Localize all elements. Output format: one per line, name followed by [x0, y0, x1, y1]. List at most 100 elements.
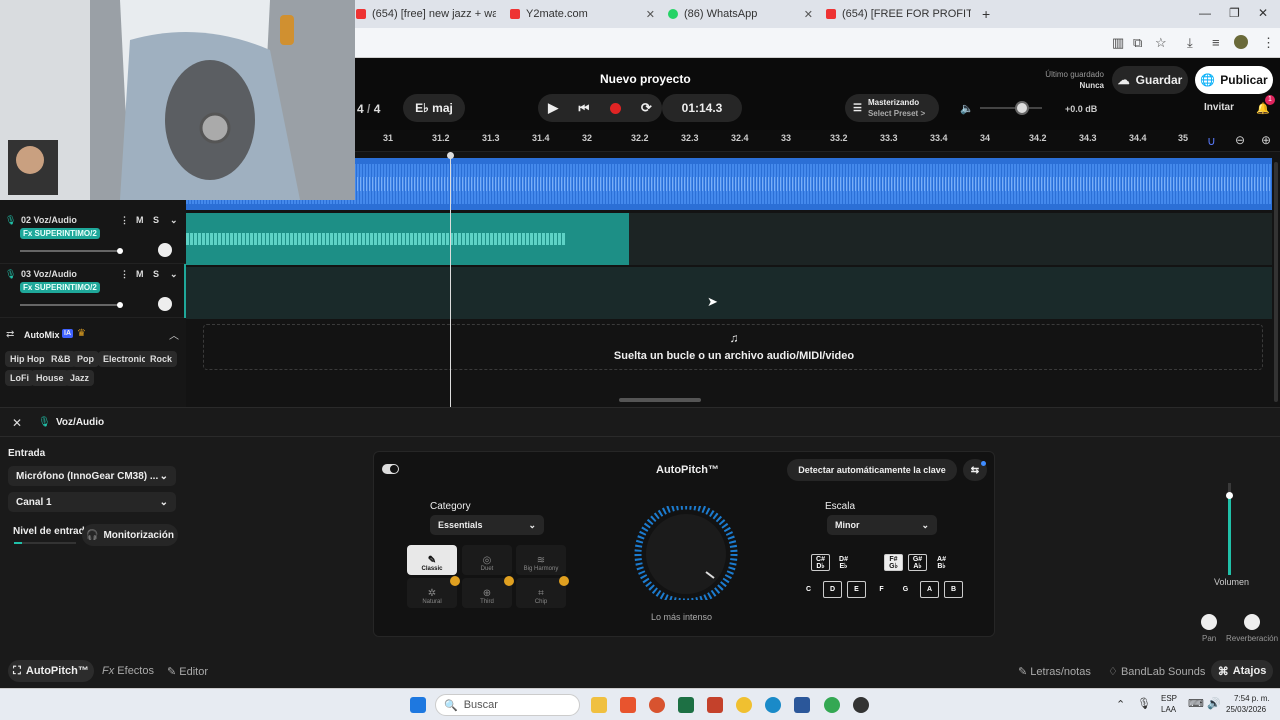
- close-window-icon[interactable]: ✕: [1258, 6, 1268, 20]
- edge-icon[interactable]: [765, 697, 781, 713]
- play-icon[interactable]: ▶: [548, 100, 558, 116]
- project-title[interactable]: Nuevo proyecto: [600, 72, 691, 86]
- pan-knob[interactable]: [1201, 614, 1217, 630]
- reading-list-icon[interactable]: ▥: [1112, 35, 1124, 51]
- key-f-sharp[interactable]: F# G♭: [884, 554, 903, 571]
- solo-button[interactable]: S: [153, 269, 159, 279]
- key-a[interactable]: A: [920, 581, 939, 598]
- pan-knob[interactable]: [158, 297, 172, 311]
- key-a-sharp[interactable]: A# B♭: [932, 554, 951, 571]
- brave-icon[interactable]: [620, 697, 636, 713]
- fx-badge[interactable]: Fx SUPERINTIMO/2: [20, 228, 100, 239]
- volume-slider[interactable]: [20, 250, 120, 252]
- excel-icon[interactable]: [678, 697, 694, 713]
- time-signature[interactable]: 4 / 4: [357, 102, 380, 116]
- volume-icon[interactable]: 🔊: [1207, 697, 1221, 710]
- key-selector[interactable]: E♭ maj: [403, 94, 465, 122]
- time-display[interactable]: 01:14.3: [662, 94, 742, 122]
- cast-icon[interactable]: ⧉: [1133, 35, 1142, 51]
- browser-tab[interactable]: (86) WhatsApp ✕: [668, 4, 813, 24]
- key-c-sharp[interactable]: C# D♭: [811, 554, 830, 571]
- zoom-in-icon[interactable]: ⊕: [1261, 133, 1271, 147]
- windows-start-icon[interactable]: [410, 697, 426, 713]
- bookmark-star-icon[interactable]: ☆: [1155, 35, 1167, 51]
- menu-dots-icon[interactable]: ⋮: [1262, 35, 1275, 51]
- input-device-select[interactable]: Micrófono (InnoGear CM38) ... ⌄: [8, 466, 176, 486]
- app-icon[interactable]: [853, 697, 869, 713]
- monitor-button[interactable]: 🎧 Monitorización: [82, 524, 178, 546]
- track-menu-icon[interactable]: ⋮: [120, 269, 129, 280]
- language-indicator[interactable]: ESP: [1161, 694, 1177, 703]
- genre-chip-lofi[interactable]: LoFi: [5, 370, 34, 386]
- mastering-button[interactable]: ☰ Masterizando Select Preset >: [845, 94, 939, 122]
- master-volume-track[interactable]: [980, 107, 1042, 109]
- close-icon[interactable]: ✕: [638, 8, 655, 21]
- timeline-ruler[interactable]: 31 31.2 31.3 31.4 32 32.2 32.3 32.4 33 3…: [355, 130, 1280, 152]
- fx-badge[interactable]: Fx SUPERINTIMO/2: [20, 282, 100, 293]
- chevron-down-icon[interactable]: ⌄: [170, 269, 178, 280]
- loop-icon[interactable]: ⟳: [641, 100, 652, 116]
- category-select[interactable]: Essentials ⌄: [430, 515, 544, 535]
- volume-fader-handle[interactable]: [1226, 492, 1233, 499]
- channel-select[interactable]: Canal 1 ⌄: [8, 492, 176, 512]
- genre-chip-pop[interactable]: Pop: [72, 351, 99, 367]
- network-icon[interactable]: ⌨: [1188, 697, 1204, 710]
- playhead[interactable]: [450, 152, 451, 407]
- style-big-harmony[interactable]: ≋ Big Harmony: [516, 545, 566, 575]
- track-header-02[interactable]: 🎙 02 Voz/Audio ⋮ M S ⌄ Fx SUPERINTIMO/2: [0, 210, 186, 264]
- mute-button[interactable]: M: [136, 269, 144, 279]
- audio-region-track-02[interactable]: [186, 213, 629, 265]
- genre-chip-rock[interactable]: Rock: [145, 351, 178, 367]
- media-icon[interactable]: ≡: [1212, 35, 1220, 50]
- volume-slider[interactable]: [20, 304, 120, 306]
- key-b[interactable]: B: [944, 581, 963, 598]
- chevron-down-icon[interactable]: ⌄: [170, 215, 178, 226]
- maximize-icon[interactable]: ❐: [1229, 6, 1240, 20]
- master-volume-handle[interactable]: [1015, 101, 1029, 115]
- mute-button[interactable]: M: [136, 215, 144, 225]
- chevron-up-icon[interactable]: ︿: [169, 327, 179, 342]
- tab-effects[interactable]: Fx Efectos: [102, 665, 154, 677]
- track-menu-icon[interactable]: ⋮: [120, 215, 129, 226]
- shortcuts-button[interactable]: ⌘ Atajos: [1211, 660, 1273, 682]
- key-g-sharp[interactable]: G# A♭: [908, 554, 927, 571]
- key-d-sharp[interactable]: D# E♭: [834, 554, 853, 571]
- clock-time[interactable]: 7:54 p. m.: [1234, 694, 1270, 703]
- magnet-icon[interactable]: ∪: [1207, 134, 1216, 148]
- profile-avatar[interactable]: [1234, 35, 1248, 49]
- close-icon[interactable]: ✕: [12, 416, 22, 430]
- chrome-icon[interactable]: [736, 697, 752, 713]
- key-e[interactable]: E: [847, 581, 866, 598]
- key-c[interactable]: C: [799, 581, 818, 598]
- genre-chip-house[interactable]: House: [31, 370, 69, 386]
- tab-editor[interactable]: ✎ Editor: [167, 665, 208, 678]
- new-tab-button[interactable]: +: [982, 4, 996, 24]
- intensity-knob[interactable]: [630, 506, 746, 600]
- genre-chip-jazz[interactable]: Jazz: [65, 370, 95, 386]
- playhead-handle[interactable]: [447, 152, 454, 159]
- publish-button[interactable]: 🌐 Publicar: [1195, 66, 1273, 94]
- autopitch-toggle[interactable]: [382, 464, 399, 474]
- minimize-icon[interactable]: —: [1199, 6, 1211, 20]
- file-explorer-icon[interactable]: [591, 697, 607, 713]
- key-d[interactable]: D: [823, 581, 842, 598]
- lane-track-03[interactable]: [186, 267, 1272, 319]
- browser-tab[interactable]: (654) [free] new jazz + waera - ✕: [356, 4, 496, 24]
- track-name[interactable]: 03 Voz/Audio: [21, 269, 77, 279]
- horizontal-scrollbar[interactable]: [619, 398, 701, 402]
- scale-select[interactable]: Minor ⌄: [827, 515, 937, 535]
- microphone-icon[interactable]: 🎙: [1137, 697, 1151, 710]
- track-header-03[interactable]: 🎙 03 Voz/Audio ⋮ M S ⌄ Fx SUPERINTIMO/2: [0, 264, 186, 318]
- chevron-up-icon[interactable]: ⌃: [1116, 698, 1125, 711]
- browser-tab[interactable]: (654) [FREE FOR PROFIT] Melod ✕: [826, 4, 971, 24]
- word-icon[interactable]: [794, 697, 810, 713]
- lyrics-button[interactable]: ✎ Letras/notas: [1018, 665, 1091, 678]
- reverb-knob[interactable]: [1244, 614, 1260, 630]
- drop-zone[interactable]: ♫ Suelta un bucle o un archivo audio/MID…: [203, 324, 1263, 370]
- key-g[interactable]: G: [896, 581, 915, 598]
- key-f[interactable]: F: [872, 581, 891, 598]
- download-icon[interactable]: ⤓: [1187, 35, 1193, 51]
- browser-tab[interactable]: Y2mate.com ✕: [510, 4, 655, 24]
- record-icon[interactable]: [609, 102, 621, 114]
- chrome-profile-icon[interactable]: [824, 697, 840, 713]
